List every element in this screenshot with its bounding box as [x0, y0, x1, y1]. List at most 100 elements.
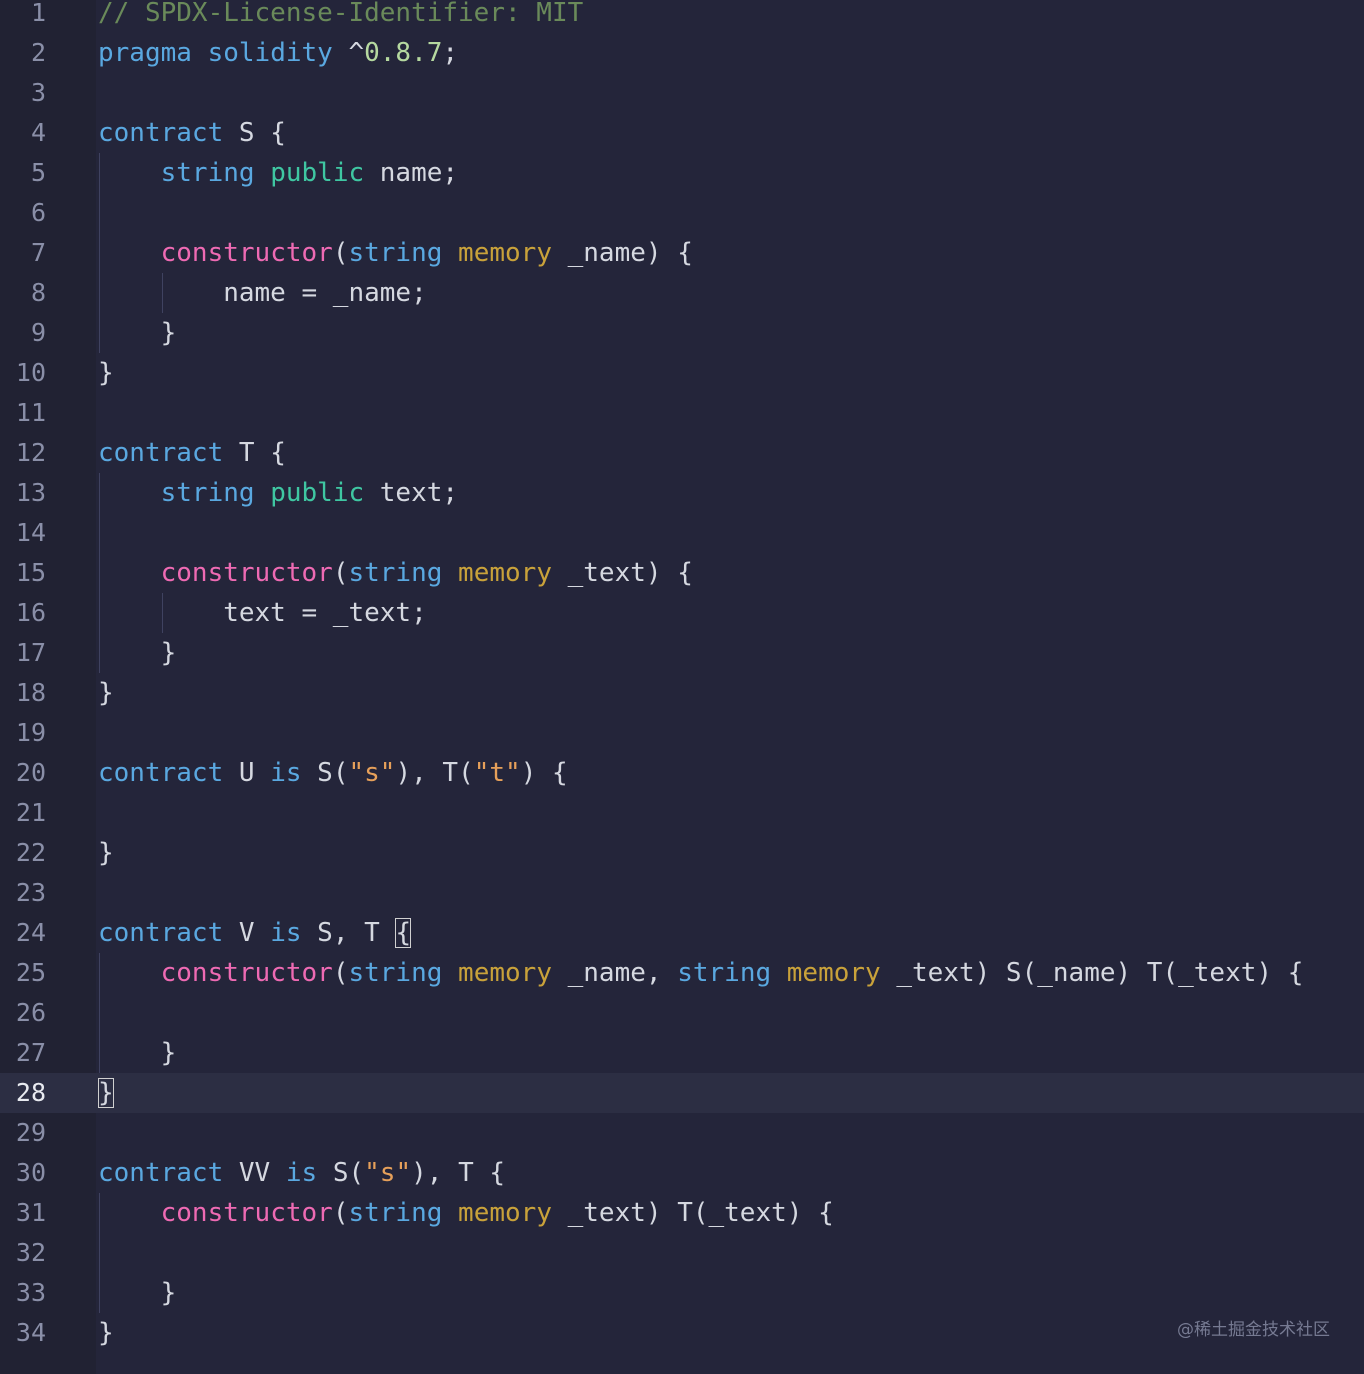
indent-guide [99, 153, 100, 353]
code-line[interactable]: 18} [0, 673, 1364, 713]
code-line[interactable]: 6 [0, 193, 1364, 233]
code-token: constructor [160, 238, 333, 268]
code-text: pragma solidity ^0.8.7; [98, 33, 458, 73]
matched-bracket: { [395, 918, 412, 948]
code-token: ( [332, 238, 349, 268]
code-token: _text) { [551, 558, 693, 588]
line-number: 28 [15, 1078, 46, 1107]
code-text: name = _name; [98, 273, 427, 313]
code-line[interactable]: 23 [0, 873, 1364, 913]
line-number: 33 [15, 1278, 46, 1307]
code-line[interactable]: 13 string public text; [0, 473, 1364, 513]
code-token: ( [332, 1198, 349, 1228]
code-line[interactable]: 22} [0, 833, 1364, 873]
line-number: 9 [30, 318, 46, 347]
code-line[interactable]: 4 contract S { [0, 113, 1364, 153]
code-line[interactable]: 33 } [0, 1273, 1364, 1313]
code-token: } [98, 1278, 177, 1308]
code-token: pragma [98, 38, 192, 68]
code-line[interactable]: 30 contract VV is S("s"), T { [0, 1153, 1364, 1193]
code-line[interactable]: 21 [0, 793, 1364, 833]
code-text: } [98, 833, 114, 873]
line-number: 12 [15, 438, 46, 467]
code-text: string public name; [98, 153, 458, 193]
code-line[interactable]: 28} [0, 1073, 1364, 1113]
code-token: _name, [551, 958, 678, 988]
line-number: 13 [15, 478, 46, 507]
code-line[interactable]: 27 } [0, 1033, 1364, 1073]
code-token: is [270, 918, 302, 948]
code-line[interactable]: 11 [0, 393, 1364, 433]
code-token: string [348, 1198, 443, 1228]
code-token: S( [301, 758, 349, 788]
code-line[interactable]: 24 contract V is S, T { [0, 913, 1364, 953]
code-token: } [98, 1038, 177, 1068]
code-line[interactable]: 26 [0, 993, 1364, 1033]
code-text: contract U is S("s"), T("t") { [98, 753, 568, 793]
code-token: } [98, 318, 177, 348]
code-line[interactable]: 8 name = _name; [0, 273, 1364, 313]
code-line[interactable]: 7 constructor(string memory _name) { [0, 233, 1364, 273]
code-line[interactable]: 14 [0, 513, 1364, 553]
line-number: 29 [15, 1118, 46, 1147]
line-number: 14 [15, 518, 46, 547]
code-line[interactable]: 20 contract U is S("s"), T("t") { [0, 753, 1364, 793]
code-line[interactable]: 9 } [0, 313, 1364, 353]
code-line[interactable]: 10} [0, 353, 1364, 393]
line-number: 27 [15, 1038, 46, 1067]
code-token: text = _text; [98, 598, 427, 628]
code-line[interactable]: 25 constructor(string memory _name, stri… [0, 953, 1364, 993]
code-token: solidity [207, 38, 333, 68]
code-token: memory [458, 238, 552, 268]
code-token: contract [98, 758, 224, 788]
code-token: public [270, 478, 365, 508]
code-token: } [98, 638, 177, 668]
code-token: name; [364, 158, 459, 188]
code-editor[interactable]: 1 // SPDX-License-Identifier: MIT 2 pragma … [0, 0, 1364, 1374]
code-line[interactable]: 5 string public name; [0, 153, 1364, 193]
code-text: constructor(string memory _name) { [98, 233, 693, 273]
code-token: name = _name; [98, 278, 427, 308]
code-token: is [285, 1158, 318, 1188]
code-line[interactable]: 1 // SPDX-License-Identifier: MIT [0, 0, 1364, 33]
code-line[interactable]: 12 contract T { [0, 433, 1364, 473]
code-token: S, T [301, 918, 396, 948]
code-token: "s" [364, 1158, 412, 1188]
code-line[interactable]: 31 constructor(string memory _text) T(_t… [0, 1193, 1364, 1233]
code-line[interactable]: 16 text = _text; [0, 593, 1364, 633]
code-text: contract VV is S("s"), T { [98, 1153, 505, 1193]
code-text: } [98, 1073, 114, 1113]
line-number: 19 [15, 718, 46, 747]
code-token: } [98, 1318, 114, 1348]
line-number: 2 [30, 38, 46, 67]
line-number: 8 [30, 278, 46, 307]
code-token: memory [458, 1198, 552, 1228]
code-line[interactable]: 17 } [0, 633, 1364, 673]
code-token: _text) S(_name) T(_text) { [880, 958, 1304, 988]
code-line[interactable]: 19 [0, 713, 1364, 753]
code-token: is [270, 758, 302, 788]
code-token: U [223, 758, 271, 788]
code-token: string [160, 158, 255, 188]
indent-guide [99, 473, 100, 673]
line-number: 26 [15, 998, 46, 1027]
code-token: string [160, 478, 255, 508]
indent-guide [99, 1193, 100, 1313]
code-line[interactable]: 2 pragma solidity ^0.8.7; [0, 33, 1364, 73]
code-line[interactable]: 34} [0, 1313, 1364, 1353]
code-line[interactable]: 32 [0, 1233, 1364, 1273]
code-line[interactable]: 29 [0, 1113, 1364, 1153]
code-line[interactable]: 15 constructor(string memory _text) { [0, 553, 1364, 593]
code-text: } [98, 353, 114, 393]
code-token: constructor [160, 1198, 333, 1228]
code-token: } [98, 678, 114, 708]
line-number: 24 [15, 918, 46, 947]
code-text: } [98, 1033, 177, 1073]
code-line[interactable]: 3 [0, 73, 1364, 113]
code-token: memory [458, 558, 552, 588]
